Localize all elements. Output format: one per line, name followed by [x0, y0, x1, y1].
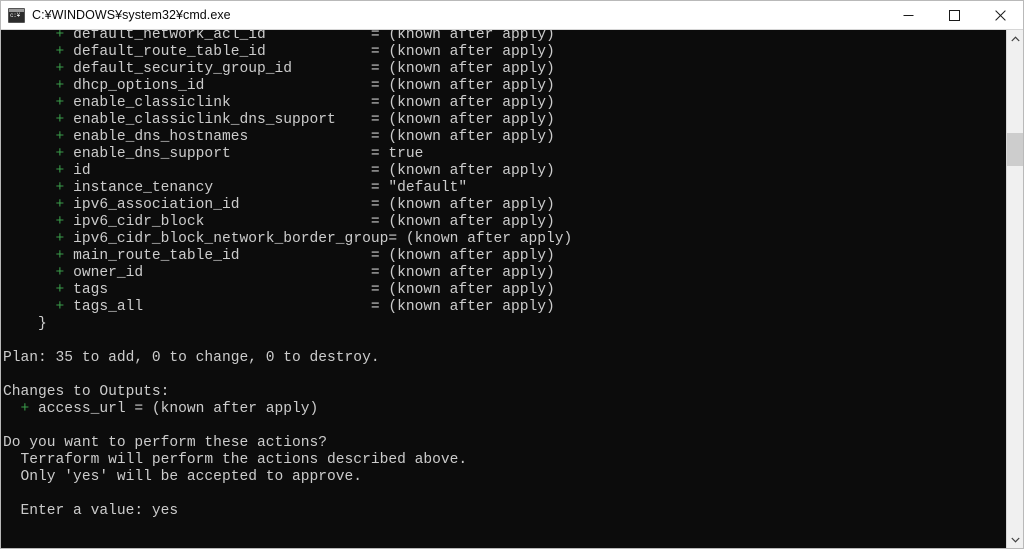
terraform-plan-output: + default_network_acl_id = (known after …: [3, 30, 573, 519]
cmd-window: C:¥WINDOWS¥system32¥cmd.exe: [0, 0, 1024, 549]
minimize-button[interactable]: [885, 1, 931, 29]
chevron-down-icon: [1010, 537, 1020, 543]
close-icon: [994, 9, 1006, 21]
cmd-console-icon: [8, 7, 25, 23]
window-controls: [885, 1, 1023, 29]
scrollbar-track[interactable]: [1007, 47, 1023, 531]
scrollbar-thumb[interactable]: [1007, 133, 1023, 166]
vertical-scrollbar[interactable]: [1006, 30, 1023, 548]
titlebar[interactable]: C:¥WINDOWS¥system32¥cmd.exe: [1, 1, 1023, 30]
chevron-up-icon: [1010, 35, 1020, 41]
maximize-button[interactable]: [931, 1, 977, 29]
scroll-up-button[interactable]: [1007, 30, 1023, 47]
console-output[interactable]: + default_network_acl_id = (known after …: [1, 30, 1006, 548]
maximize-icon: [948, 9, 960, 21]
titlebar-left: C:¥WINDOWS¥system32¥cmd.exe: [1, 7, 885, 23]
console-area: + default_network_acl_id = (known after …: [1, 30, 1023, 548]
scroll-down-button[interactable]: [1007, 531, 1023, 548]
minimize-icon: [903, 14, 913, 16]
window-title: C:¥WINDOWS¥system32¥cmd.exe: [32, 8, 231, 22]
close-button[interactable]: [977, 1, 1023, 29]
